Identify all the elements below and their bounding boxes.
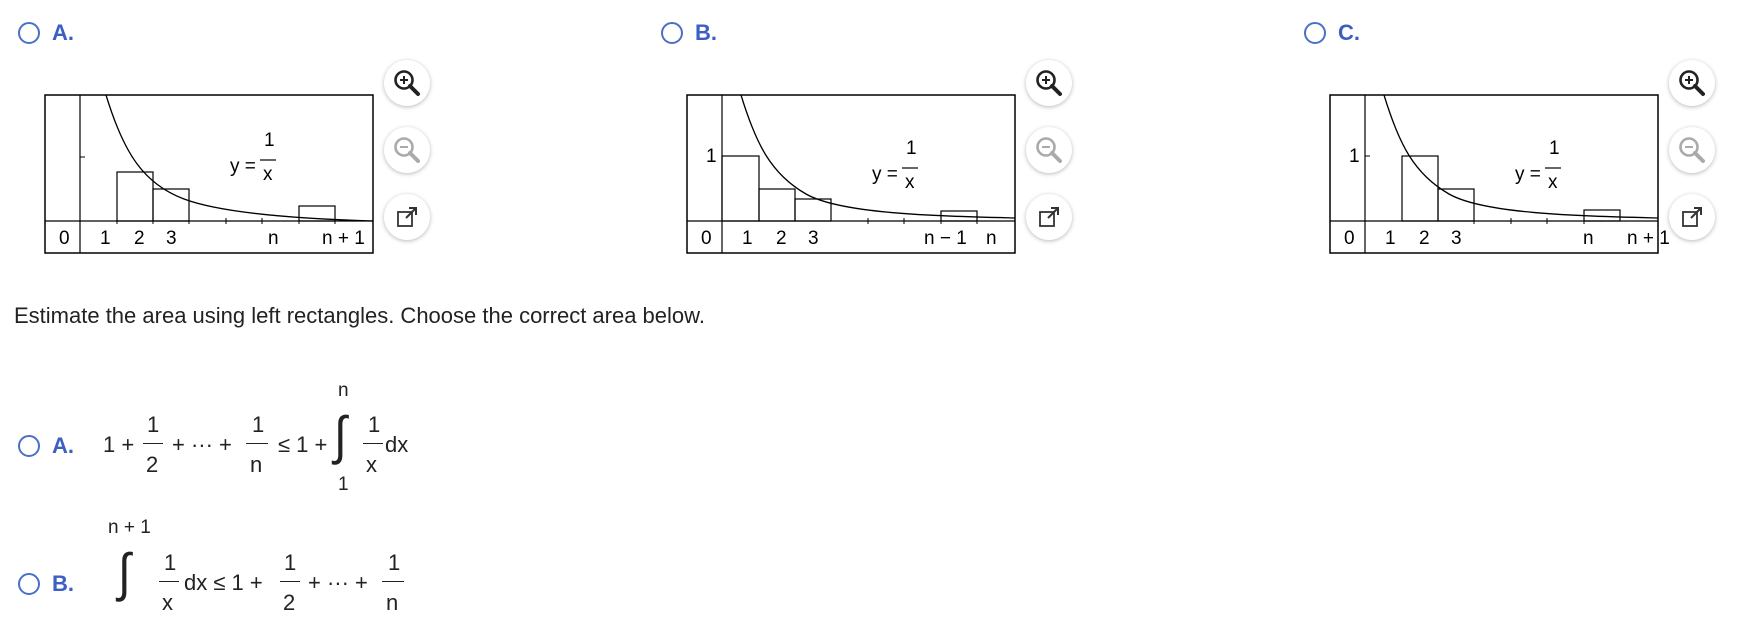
zoom-in-button[interactable] xyxy=(1026,60,1072,106)
curve-label-num: 1 xyxy=(1549,138,1560,159)
popout-icon xyxy=(1039,207,1059,227)
math-term: ≤ 1 + xyxy=(278,432,328,457)
rect-1 xyxy=(116,171,154,222)
tick-label: 0 xyxy=(59,228,70,249)
question-prompt: Estimate the area using left rectangles.… xyxy=(14,303,705,328)
popout-button[interactable] xyxy=(1669,194,1715,240)
integral-sign: ∫ xyxy=(118,542,131,602)
curve-1-over-x xyxy=(740,94,1016,219)
int-upper: n + 1 xyxy=(108,517,151,538)
graph-b: 1 y = 1 x 0 1 2 3 n − 1 n xyxy=(686,94,1016,254)
frac-num: 1 xyxy=(147,412,160,437)
tick-label: 0 xyxy=(701,228,712,249)
radio-button[interactable] xyxy=(18,573,40,595)
rectangles xyxy=(1401,155,1621,222)
zoom-in-button[interactable] xyxy=(384,60,430,106)
rectangles xyxy=(721,155,978,222)
y-tick-label: 1 xyxy=(1349,146,1360,167)
graph-a: y = 1 x 0 1 2 3 n n + 1 xyxy=(44,94,374,254)
graph-option-c[interactable]: C. xyxy=(1304,20,1360,46)
tick-label: 0 xyxy=(1344,228,1355,249)
curve-label-lhs: y = xyxy=(872,164,898,185)
option-letter: A. xyxy=(52,20,74,45)
rect-1 xyxy=(1401,155,1439,222)
math-term: dx ≤ 1 + xyxy=(184,570,263,595)
tick-label: n + 1 xyxy=(322,228,365,249)
y-tick-label: 1 xyxy=(706,146,717,167)
zoom-out-icon xyxy=(394,137,420,163)
curve-label-lhs: y = xyxy=(1515,164,1541,185)
curve-label-num: 1 xyxy=(906,138,917,159)
popout-button[interactable] xyxy=(384,194,430,240)
radio-button[interactable] xyxy=(661,22,683,44)
frac-num: 1 xyxy=(252,412,265,437)
curve-label-den: x xyxy=(263,164,273,185)
zoom-out-button[interactable] xyxy=(1026,127,1072,173)
int-lower: 1 xyxy=(338,474,349,495)
radio-button[interactable] xyxy=(18,22,40,44)
option-letter: B. xyxy=(695,20,717,45)
zoom-in-icon xyxy=(1036,70,1062,96)
math-term: + ··· + xyxy=(308,570,368,595)
tick-label: 2 xyxy=(776,228,787,249)
tick-label: 3 xyxy=(808,228,819,249)
graph-frame xyxy=(1329,94,1659,254)
answer-option-b[interactable]: B. xyxy=(18,571,74,597)
popout-icon xyxy=(397,207,417,227)
tick-label: 1 xyxy=(100,228,111,249)
tick-label: n − 1 xyxy=(924,228,967,249)
rect-2 xyxy=(1437,188,1475,222)
tick-label: 3 xyxy=(1451,228,1462,249)
option-letter: C. xyxy=(1338,20,1360,45)
zoom-out-icon xyxy=(1679,137,1705,163)
tick-label: 3 xyxy=(166,228,177,249)
tick-label: 2 xyxy=(1419,228,1430,249)
curve-label-den: x xyxy=(905,172,915,193)
zoom-in-icon xyxy=(1679,70,1705,96)
zoom-out-button[interactable] xyxy=(384,127,430,173)
answer-option-a[interactable]: A. xyxy=(18,433,74,459)
curve-label-lhs: y = xyxy=(230,156,256,177)
curve-label-num: 1 xyxy=(264,130,275,151)
tick-label: n xyxy=(268,228,279,249)
frac-den: n xyxy=(386,590,399,615)
frac-den: 2 xyxy=(283,590,296,615)
popout-icon xyxy=(1682,207,1702,227)
rect-1 xyxy=(721,155,760,222)
frac-num: 1 xyxy=(388,550,401,575)
zoom-out-button[interactable] xyxy=(1669,127,1715,173)
radio-button[interactable] xyxy=(18,435,40,457)
int-upper: n xyxy=(338,380,349,401)
graph-option-b[interactable]: B. xyxy=(661,20,717,46)
zoom-in-icon xyxy=(394,70,420,96)
tick-label: 1 xyxy=(742,228,753,249)
math-term: 1 + xyxy=(103,432,135,457)
graph-option-a[interactable]: A. xyxy=(18,20,74,46)
frac-num: 1 xyxy=(284,550,297,575)
frac-den: n xyxy=(250,452,263,477)
zoom-out-icon xyxy=(1036,137,1062,163)
math-term: dx xyxy=(385,432,409,457)
frac-num: 1 xyxy=(164,550,177,575)
zoom-in-button[interactable] xyxy=(1669,60,1715,106)
graph-c: 1 y = 1 x 0 1 2 3 n n + 1 xyxy=(1329,94,1669,254)
curve-label-den: x xyxy=(1548,172,1558,193)
tick-label: n xyxy=(986,228,997,249)
frac-den: x xyxy=(366,452,377,477)
math-term: + ··· + xyxy=(172,432,232,457)
frac-den: 2 xyxy=(146,452,159,477)
integral-sign: ∫ xyxy=(334,405,347,465)
frac-den: x xyxy=(162,590,173,615)
tick-label: n + 1 xyxy=(1627,228,1669,249)
tick-label: 2 xyxy=(134,228,145,249)
tick-label: 1 xyxy=(1385,228,1396,249)
tick-label: n xyxy=(1583,228,1594,249)
option-letter: B. xyxy=(52,571,74,596)
popout-button[interactable] xyxy=(1026,194,1072,240)
radio-button[interactable] xyxy=(1304,22,1326,44)
rect-2 xyxy=(758,188,796,222)
frac-num: 1 xyxy=(368,412,381,437)
option-letter: A. xyxy=(52,433,74,458)
rectangles xyxy=(116,171,336,222)
